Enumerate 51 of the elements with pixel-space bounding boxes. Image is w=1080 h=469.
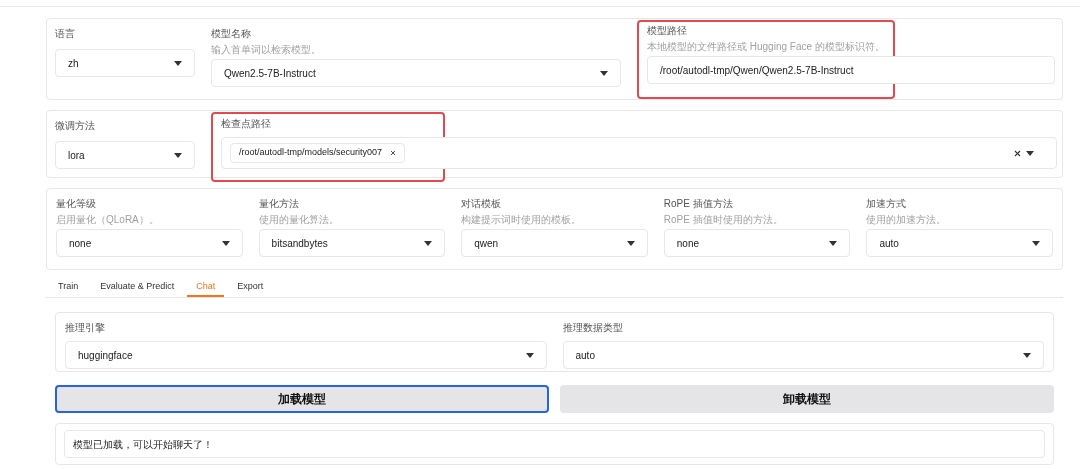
- field-hint: 使用的量化算法。: [258, 214, 340, 226]
- field-hint: 构建提示词时使用的模板。: [461, 214, 583, 226]
- caret-icon: [1023, 352, 1031, 358]
- caret-icon: [424, 240, 433, 246]
- action-button[interactable]: 卸载模型: [560, 385, 1054, 413]
- tab[interactable]: Evaluate & Predict: [91, 278, 184, 297]
- action-button[interactable]: 加载模型: [55, 385, 549, 413]
- tab[interactable]: Export: [228, 278, 273, 297]
- field-label: 量化方法: [258, 197, 300, 211]
- field-hint: 本地模型的文件路径或 Hugging Face 的模型标识符。: [647, 41, 885, 53]
- dropdown[interactable]: auto: [866, 229, 1053, 257]
- field-label: RoPE 插值方法: [663, 197, 734, 211]
- field-label: 量化等级: [56, 197, 97, 211]
- dropdown[interactable]: none: [56, 229, 243, 257]
- caret-icon: [1032, 240, 1040, 246]
- dropdown[interactable]: auto: [562, 341, 1044, 369]
- field-hint: 使用的加速方法。: [866, 214, 948, 226]
- field-label: 语言: [55, 27, 76, 41]
- field-label: 推理数据类型: [562, 321, 624, 335]
- dropdown[interactable]: none: [663, 229, 851, 257]
- field-label: 模型名称: [211, 27, 252, 41]
- close-icon[interactable]: [390, 150, 397, 156]
- field-label: 模型路径: [647, 24, 688, 38]
- field-hint: 启用量化（QLoRA）。: [56, 214, 160, 226]
- dropdown[interactable]: zh: [55, 49, 195, 77]
- field-hint: RoPE 插值时使用的方法。: [663, 214, 784, 226]
- caret-icon: [600, 70, 608, 76]
- field-hint: 输入首单词以检索模型。: [211, 44, 322, 56]
- caret-icon: [626, 240, 635, 246]
- field-label: 推理引擎: [65, 321, 106, 335]
- field-label: 检查点路径: [221, 117, 272, 131]
- dropdown[interactable]: huggingface: [65, 341, 547, 369]
- dropdown[interactable]: Qwen2.5-7B-Instruct: [211, 59, 621, 87]
- multiselect-field[interactable]: /root/autodl-tmp/models/security007: [221, 137, 1057, 169]
- caret-icon: [525, 352, 534, 358]
- dropdown[interactable]: lora: [55, 141, 195, 169]
- close-icon[interactable]: [1014, 149, 1021, 157]
- caret-icon: [174, 60, 182, 66]
- dropdown[interactable]: qwen: [461, 229, 648, 257]
- status-field: 模型已加载，可以开始聊天了！: [64, 430, 1045, 458]
- field-label: 微调方法: [55, 119, 96, 133]
- caret-icon: [1026, 150, 1034, 156]
- caret-icon: [221, 240, 230, 246]
- tag-chip[interactable]: /root/autodl-tmp/models/security007: [230, 143, 406, 163]
- caret-icon: [174, 152, 182, 158]
- caret-icon: [829, 240, 838, 246]
- tab[interactable]: Train: [49, 278, 88, 297]
- field-label: 对话模板: [461, 197, 503, 211]
- text-field[interactable]: /root/autodl-tmp/Qwen/Qwen2.5-7B-Instruct: [647, 56, 1055, 84]
- dropdown[interactable]: bitsandbytes: [258, 229, 446, 257]
- field-label: 加速方式: [866, 197, 908, 211]
